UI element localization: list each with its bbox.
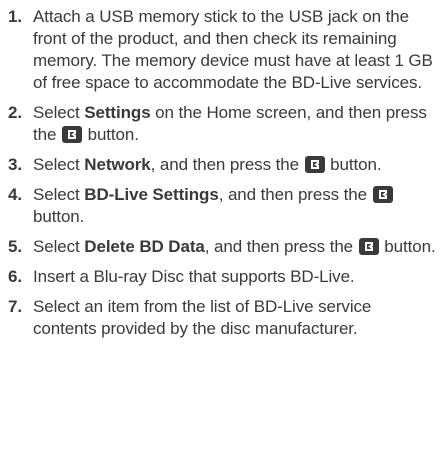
step-number: 5. <box>8 237 22 256</box>
step-number: 6. <box>8 267 22 286</box>
enter-button-icon <box>61 126 82 143</box>
step-3: 3. Select Network, and then press the bu… <box>8 154 438 176</box>
step-text: Select an item from the list of BD-Live … <box>33 297 372 338</box>
step-text: Insert a Blu-ray Disc that supports BD-L… <box>33 267 355 286</box>
enter-button-icon <box>304 156 325 173</box>
step-number: 2. <box>8 103 22 122</box>
step-1: 1. Attach a USB memory stick to the USB … <box>8 6 438 94</box>
step-text-mid: , and then press the <box>218 185 372 204</box>
menu-item-network: Network <box>84 155 151 174</box>
enter-button-icon <box>358 238 379 255</box>
step-number: 1. <box>8 7 22 26</box>
step-text-post: button. <box>379 237 436 256</box>
step-text-post: button. <box>325 155 382 174</box>
step-text: Attach a USB memory stick to the USB jac… <box>33 7 433 92</box>
instruction-list: 1. Attach a USB memory stick to the USB … <box>0 0 444 340</box>
step-text-post: button. <box>82 125 139 144</box>
step-4: 4. Select BD-Live Settings, and then pre… <box>8 184 438 228</box>
step-5: 5. Select Delete BD Data, and then press… <box>8 236 438 258</box>
step-text-pre: Select <box>33 237 85 256</box>
step-text-pre: Select <box>33 185 85 204</box>
step-2: 2. Select Settings on the Home screen, a… <box>8 102 438 146</box>
step-6: 6. Insert a Blu-ray Disc that supports B… <box>8 266 438 288</box>
step-text-post: button. <box>33 207 85 226</box>
menu-item-settings: Settings <box>84 103 151 122</box>
step-text-mid: , and then press the <box>150 155 304 174</box>
step-text-pre: Select <box>33 155 85 174</box>
step-text-mid: , and then press the <box>204 237 358 256</box>
step-number: 3. <box>8 155 22 174</box>
enter-button-icon <box>372 186 393 203</box>
menu-item-bd-live-settings: BD-Live Settings <box>84 185 219 204</box>
step-text-pre: Select <box>33 103 85 122</box>
step-number: 7. <box>8 297 22 316</box>
menu-item-delete-bd-data: Delete BD Data <box>84 237 205 256</box>
step-7: 7. Select an item from the list of BD-Li… <box>8 296 438 340</box>
step-number: 4. <box>8 185 22 204</box>
